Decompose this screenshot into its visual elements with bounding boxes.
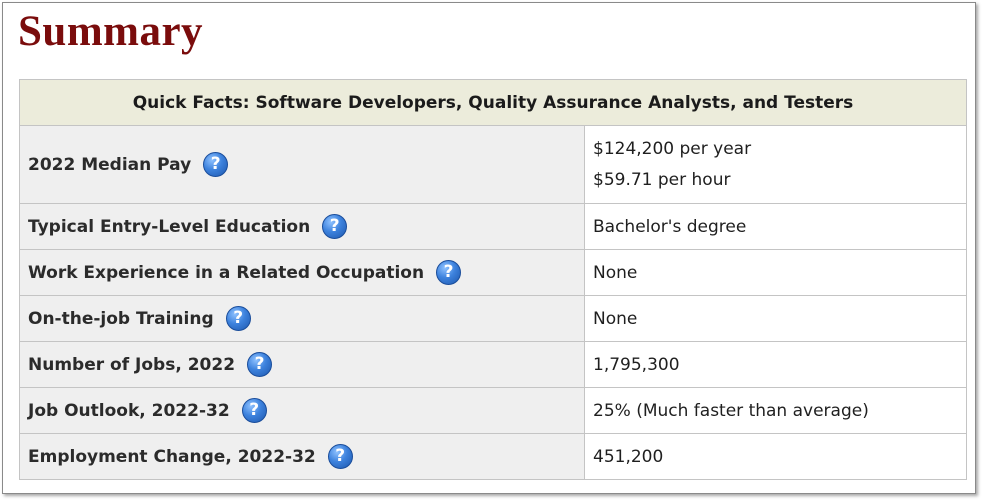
row-label: Job Outlook, 2022-32 xyxy=(28,400,230,421)
table-row-number-of-jobs: Number of Jobs, 2022 ? 1,795,300 xyxy=(19,341,967,388)
row-label-cell: Job Outlook, 2022-32 ? xyxy=(19,387,585,434)
question-mark-icon[interactable]: ? xyxy=(203,152,229,177)
page-title: Summary xyxy=(18,8,204,55)
table-row-job-outlook: Job Outlook, 2022-32 ? 25% (Much faster … xyxy=(19,387,967,434)
row-value: None xyxy=(584,295,967,342)
row-label: Work Experience in a Related Occupation xyxy=(28,262,425,283)
row-label-cell: Work Experience in a Related Occupation … xyxy=(19,249,585,296)
row-value: Bachelor's degree xyxy=(584,203,967,250)
row-label-cell: On-the-job Training ? xyxy=(19,295,585,342)
table-header: Quick Facts: Software Developers, Qualit… xyxy=(19,79,967,126)
table-row-job-training: On-the-job Training ? None xyxy=(19,295,967,342)
row-label-cell: Typical Entry-Level Education ? xyxy=(19,203,585,250)
row-value: 451,200 xyxy=(584,433,967,480)
row-value-secondary: $59.71 per hour xyxy=(593,169,731,190)
row-value: 25% (Much faster than average) xyxy=(584,387,967,434)
question-mark-icon[interactable]: ? xyxy=(225,306,251,331)
table-row-work-experience: Work Experience in a Related Occupation … xyxy=(19,249,967,296)
table-row-employment-change: Employment Change, 2022-32 ? 451,200 xyxy=(19,433,967,480)
row-label: Number of Jobs, 2022 xyxy=(28,354,236,375)
question-mark-icon[interactable]: ? xyxy=(247,352,273,377)
row-label: On-the-job Training xyxy=(28,308,214,329)
row-value: None xyxy=(584,249,967,296)
row-label: Employment Change, 2022-32 xyxy=(28,446,316,467)
row-value: 1,795,300 xyxy=(584,341,967,388)
row-label: 2022 Median Pay xyxy=(28,154,192,175)
table-header-row: Quick Facts: Software Developers, Qualit… xyxy=(19,79,967,126)
question-mark-icon[interactable]: ? xyxy=(436,260,462,285)
row-value-cell: $124,200 per year $59.71 per hour xyxy=(584,125,967,204)
question-mark-icon[interactable]: ? xyxy=(241,398,267,423)
row-value: $124,200 per year xyxy=(593,138,752,159)
quick-facts-table: Quick Facts: Software Developers, Qualit… xyxy=(19,79,967,480)
question-mark-icon[interactable]: ? xyxy=(322,214,348,239)
row-label-cell: Employment Change, 2022-32 ? xyxy=(19,433,585,480)
row-label: Typical Entry-Level Education xyxy=(28,216,311,237)
row-label-cell: 2022 Median Pay ? xyxy=(19,125,585,204)
table-row-median-pay: 2022 Median Pay ? $124,200 per year $59.… xyxy=(19,125,967,204)
question-mark-icon[interactable]: ? xyxy=(327,444,353,469)
row-label-cell: Number of Jobs, 2022 ? xyxy=(19,341,585,388)
table-row-entry-education: Typical Entry-Level Education ? Bachelor… xyxy=(19,203,967,250)
summary-panel: Summary Quick Facts: Software Developers… xyxy=(2,2,976,494)
